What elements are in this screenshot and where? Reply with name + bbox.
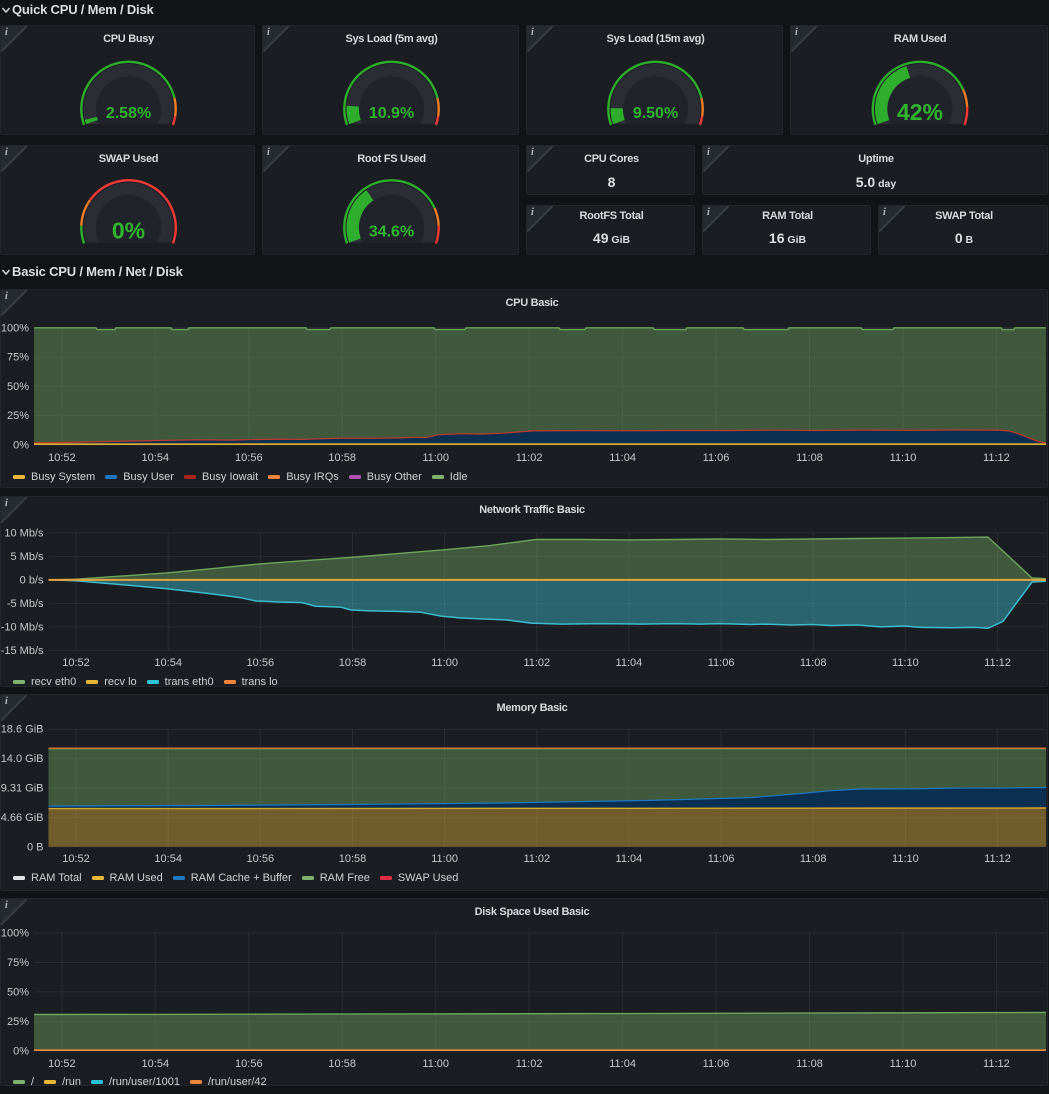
- svg-text:50%: 50%: [7, 986, 29, 998]
- svg-text:11:00: 11:00: [422, 452, 449, 464]
- svg-text:10:52: 10:52: [48, 452, 76, 464]
- svg-text:10:54: 10:54: [154, 853, 182, 865]
- svg-text:11:00: 11:00: [431, 853, 458, 865]
- svg-text:11:08: 11:08: [800, 853, 827, 865]
- svg-text:11:08: 11:08: [800, 657, 827, 669]
- svg-text:11:00: 11:00: [431, 657, 458, 669]
- svg-text:11:00: 11:00: [422, 1058, 449, 1070]
- svg-text:0%: 0%: [13, 439, 29, 451]
- svg-text:4.66 GiB: 4.66 GiB: [1, 811, 44, 823]
- svg-text:11:02: 11:02: [516, 1058, 543, 1070]
- svg-text:0%: 0%: [13, 1045, 29, 1057]
- svg-text:10:52: 10:52: [62, 657, 90, 669]
- svg-text:11:10: 11:10: [890, 1058, 917, 1070]
- svg-text:-10 Mb/s: -10 Mb/s: [1, 621, 44, 633]
- svg-text:10:56: 10:56: [235, 1058, 263, 1070]
- svg-text:11:10: 11:10: [890, 452, 917, 464]
- svg-text:10:58: 10:58: [328, 452, 356, 464]
- svg-text:11:12: 11:12: [983, 452, 1010, 464]
- svg-text:10:58: 10:58: [339, 853, 367, 865]
- svg-text:11:04: 11:04: [609, 1058, 636, 1070]
- svg-text:75%: 75%: [7, 957, 29, 969]
- svg-text:9.50%: 9.50%: [633, 105, 678, 122]
- svg-text:25%: 25%: [7, 1016, 29, 1028]
- svg-text:10.9%: 10.9%: [369, 105, 414, 122]
- svg-text:10:54: 10:54: [154, 657, 182, 669]
- svg-text:11:12: 11:12: [983, 1058, 1010, 1070]
- svg-text:11:06: 11:06: [708, 853, 735, 865]
- svg-text:11:08: 11:08: [796, 1058, 823, 1070]
- svg-text:75%: 75%: [7, 351, 29, 363]
- svg-text:14.0 GiB: 14.0 GiB: [1, 753, 44, 765]
- svg-text:42%: 42%: [897, 99, 943, 125]
- svg-text:50%: 50%: [7, 380, 29, 392]
- svg-text:10:52: 10:52: [62, 853, 90, 865]
- svg-text:34.6%: 34.6%: [369, 224, 414, 241]
- svg-text:10:56: 10:56: [247, 853, 275, 865]
- svg-text:9.31 GiB: 9.31 GiB: [1, 782, 44, 794]
- svg-text:11:08: 11:08: [796, 452, 823, 464]
- svg-text:10:52: 10:52: [48, 1058, 76, 1070]
- svg-text:11:06: 11:06: [703, 452, 730, 464]
- svg-text:10:54: 10:54: [142, 1058, 170, 1070]
- svg-text:11:06: 11:06: [703, 1058, 730, 1070]
- svg-text:10:56: 10:56: [247, 657, 275, 669]
- svg-text:2.58%: 2.58%: [106, 105, 151, 122]
- svg-text:-5 Mb/s: -5 Mb/s: [7, 597, 44, 609]
- svg-text:18.6 GiB: 18.6 GiB: [1, 723, 44, 735]
- svg-text:10:54: 10:54: [142, 452, 170, 464]
- svg-text:10:58: 10:58: [328, 1058, 356, 1070]
- svg-text:11:02: 11:02: [523, 853, 550, 865]
- svg-text:0 b/s: 0 b/s: [20, 574, 44, 586]
- svg-text:11:10: 11:10: [892, 657, 919, 669]
- svg-text:10:56: 10:56: [235, 452, 263, 464]
- svg-text:11:12: 11:12: [984, 657, 1011, 669]
- svg-text:11:04: 11:04: [616, 853, 643, 865]
- svg-text:11:04: 11:04: [609, 452, 636, 464]
- svg-text:11:02: 11:02: [523, 657, 550, 669]
- svg-text:5 Mb/s: 5 Mb/s: [10, 550, 44, 562]
- svg-text:25%: 25%: [7, 410, 29, 422]
- svg-text:11:02: 11:02: [516, 452, 543, 464]
- svg-text:0 B: 0 B: [27, 841, 44, 853]
- svg-text:100%: 100%: [1, 322, 29, 334]
- svg-text:11:10: 11:10: [892, 853, 919, 865]
- svg-text:11:04: 11:04: [616, 657, 643, 669]
- svg-text:11:12: 11:12: [984, 853, 1011, 865]
- svg-text:11:06: 11:06: [708, 657, 735, 669]
- svg-text:-15 Mb/s: -15 Mb/s: [1, 644, 44, 656]
- svg-text:10:58: 10:58: [339, 657, 367, 669]
- svg-text:100%: 100%: [1, 927, 29, 939]
- svg-text:0%: 0%: [112, 218, 145, 244]
- svg-text:10 Mb/s: 10 Mb/s: [4, 527, 44, 539]
